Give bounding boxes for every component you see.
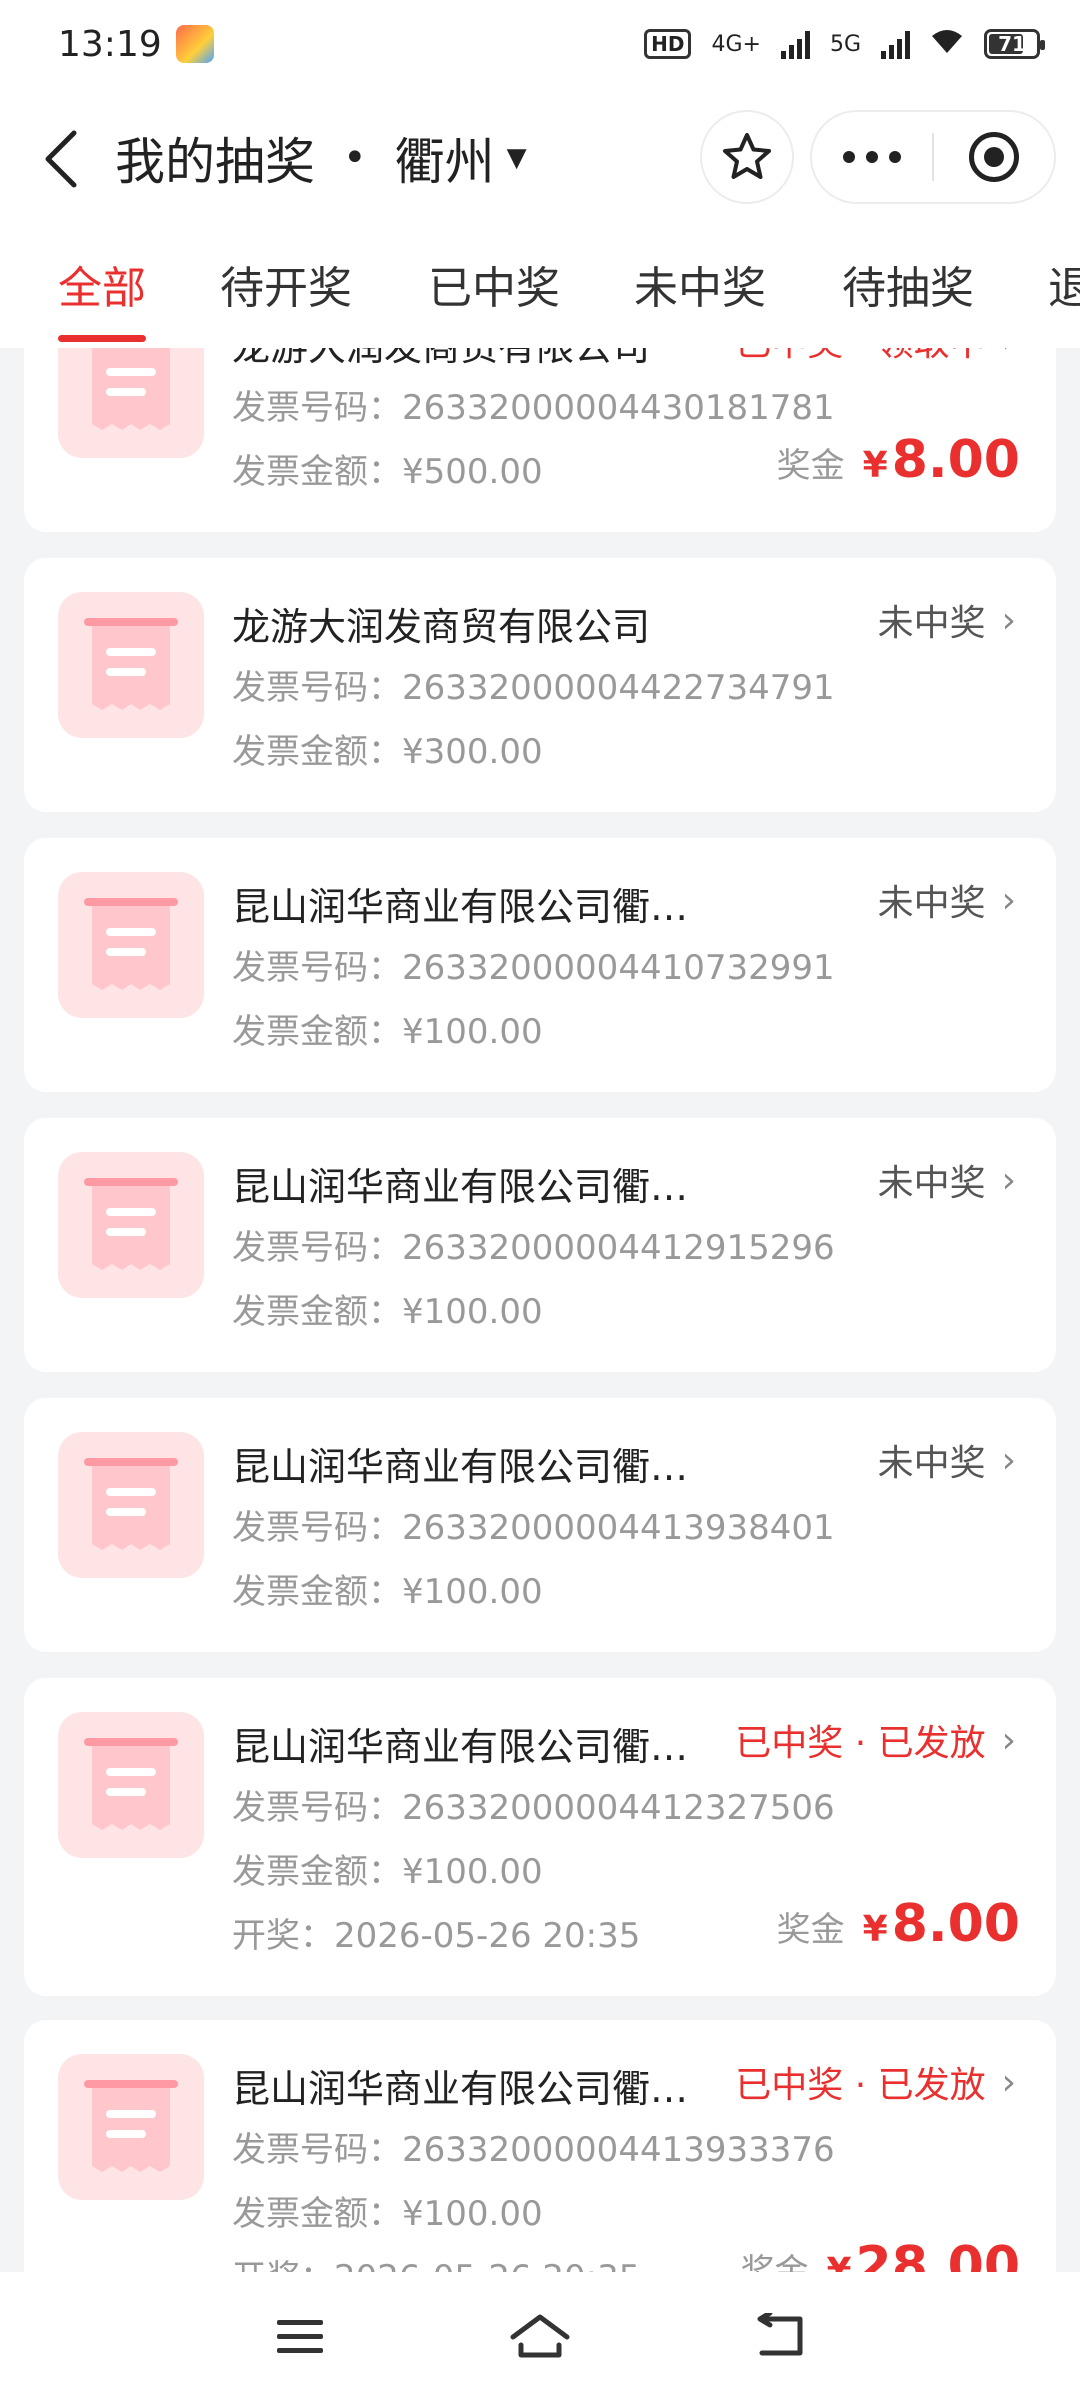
list-item[interactable]: 昆山润华商业有限公司衢… 已中奖 · 已发放 › 发票号码：26332000004… xyxy=(24,1678,1056,1996)
invoice-number: 发票号码：26332000004413933376 xyxy=(232,2130,835,2170)
draw-status: 未中奖 › xyxy=(877,1439,1016,1485)
battery-icon: 71 xyxy=(984,29,1045,59)
menu-button[interactable] xyxy=(240,2286,360,2386)
draw-status: 未中奖 › xyxy=(877,879,1016,925)
invoice-number: 发票号码：26332000004430181781 xyxy=(232,388,835,428)
receipt-icon xyxy=(58,348,204,458)
invoice-number: 发票号码：26332000004410732991 xyxy=(232,948,835,988)
invoice-number: 发票号码：26332000004412327506 xyxy=(232,1788,835,1828)
merchant-name: 龙游大润发商贸有限公司 xyxy=(232,348,650,371)
hd-voice-icon: HD xyxy=(644,29,692,59)
draw-status: 未中奖 › xyxy=(877,599,1016,645)
page-title: 我的抽奖 • 衢州 ▼ xyxy=(115,118,527,198)
chevron-right-icon: › xyxy=(1001,1159,1016,1201)
tab-all[interactable]: 全部 xyxy=(58,252,146,342)
merchant-name: 昆山润华商业有限公司衢… xyxy=(232,1165,689,1209)
receipt-icon xyxy=(58,1432,204,1578)
city-selector[interactable]: 衢州 ▼ xyxy=(395,122,527,194)
invoice-number: 发票号码：26332000004422734791 xyxy=(232,668,835,708)
caret-down-icon: ▼ xyxy=(506,143,527,173)
back-button[interactable] xyxy=(30,124,90,194)
draw-time: 开奖：2026-05-26 20:35 xyxy=(232,1916,641,1956)
signal-5g-icon xyxy=(881,29,910,59)
tab-refund[interactable]: 退 xyxy=(1048,252,1080,342)
menu-icon xyxy=(277,2320,323,2353)
invoice-amount: 发票金额：¥100.00 xyxy=(232,1012,543,1052)
back-arrow-icon xyxy=(757,2313,803,2356)
draw-status: 未中奖 › xyxy=(877,1159,1016,1205)
prize-amount: 奖金 ¥8.00 xyxy=(776,1894,1020,1954)
star-icon xyxy=(723,133,771,179)
lottery-list: 龙游大润发商贸有限公司 已中奖 · 领取中› 发票号码：263320000044… xyxy=(0,348,1080,2272)
chevron-right-icon: › xyxy=(1002,348,1016,361)
status-indicators: HD 4G+ 5G 71 xyxy=(644,25,1045,63)
chevron-right-icon: › xyxy=(1001,2061,1016,2103)
list-item[interactable]: 昆山润华商业有限公司衢… 未中奖 › 发票号码：26332000004413938… xyxy=(24,1398,1056,1652)
city-label: 衢州 xyxy=(394,133,495,191)
merchant-name: 昆山润华商业有限公司衢… xyxy=(232,1725,689,1769)
draw-status: 已中奖 · 已发放 › xyxy=(735,1719,1016,1765)
favorite-button[interactable] xyxy=(700,110,794,204)
more-dots-icon xyxy=(843,151,901,163)
app-notification-icon xyxy=(175,25,214,63)
tab-to-draw[interactable]: 待抽奖 xyxy=(842,252,974,342)
chevron-right-icon: › xyxy=(1001,599,1016,641)
list-item[interactable]: 昆山润华商业有限公司衢… 未中奖 › 发票号码：26332000004410732… xyxy=(24,838,1056,1092)
merchant-name: 昆山润华商业有限公司衢… xyxy=(232,1445,689,1489)
back-nav-button[interactable] xyxy=(720,2286,840,2386)
battery-level: 71 xyxy=(998,32,1026,56)
invoice-number: 发票号码：26332000004412915296 xyxy=(232,1228,835,1268)
home-icon xyxy=(510,2314,570,2358)
chevron-right-icon: › xyxy=(1001,1719,1016,1761)
draw-status: 已中奖 · 已发放 › xyxy=(735,2061,1016,2107)
list-item[interactable]: 昆山润华商业有限公司衢… 未中奖 › 发票号码：26332000004412915… xyxy=(24,1118,1056,1372)
tab-pending-draw[interactable]: 待开奖 xyxy=(220,252,352,342)
title-separator: • xyxy=(343,135,367,181)
merchant-name: 龙游大润发商贸有限公司 xyxy=(232,605,651,649)
draw-time: 开奖：2026-05-26 20:35 xyxy=(232,2250,640,2272)
wifi-icon xyxy=(930,25,964,63)
status-bar: 13:19 HD 4G+ 5G 71 xyxy=(0,0,1080,88)
chevron-right-icon: › xyxy=(1001,879,1016,921)
receipt-icon xyxy=(58,872,204,1018)
merchant-name: 昆山润华商业有限公司衢… xyxy=(232,2067,689,2111)
chevron-left-icon xyxy=(45,130,77,188)
invoice-amount: 发票金额：¥500.00 xyxy=(232,452,543,492)
invoice-amount: 发票金额：¥300.00 xyxy=(232,732,543,772)
receipt-icon xyxy=(58,1152,204,1298)
chevron-right-icon: › xyxy=(1001,1439,1016,1481)
home-button[interactable] xyxy=(480,2286,600,2386)
more-menu-button[interactable] xyxy=(812,112,932,202)
prize-amount: 奖金 ¥8.00 xyxy=(776,430,1020,490)
page-header: 我的抽奖 • 衢州 ▼ xyxy=(0,88,1080,228)
tab-not-won[interactable]: 未中奖 xyxy=(634,252,766,342)
invoice-amount: 发票金额：¥100.00 xyxy=(232,1292,543,1332)
prize-amount: 奖金 ¥28.00 xyxy=(740,2236,1020,2272)
network-4g-label: 4G+ xyxy=(711,31,761,57)
miniapp-capsule xyxy=(810,110,1056,204)
invoice-amount: 发票金额：¥100.00 xyxy=(232,2194,543,2234)
receipt-icon xyxy=(58,2054,204,2200)
close-miniapp-button[interactable] xyxy=(934,112,1054,202)
title-text: 我的抽奖 xyxy=(115,133,315,191)
receipt-icon xyxy=(58,1712,204,1858)
status-time: 13:19 xyxy=(58,23,162,65)
merchant-name: 昆山润华商业有限公司衢… xyxy=(232,885,689,929)
list-item[interactable]: 昆山润华商业有限公司衢… 已中奖 · 已发放 › 发票号码：26332000004… xyxy=(24,2020,1056,2272)
network-5g-label: 5G xyxy=(829,31,861,57)
list-item[interactable]: 龙游大润发商贸有限公司 已中奖 · 领取中› 发票号码：263320000044… xyxy=(24,348,1056,532)
invoice-amount: 发票金额：¥100.00 xyxy=(232,1852,543,1892)
invoice-number: 发票号码：26332000004413938401 xyxy=(232,1508,835,1548)
draw-status: 已中奖 · 领取中› xyxy=(735,348,1016,366)
system-nav-bar xyxy=(0,2272,1080,2400)
filter-tabs: 全部 待开奖 已中奖 未中奖 待抽奖 退 xyxy=(0,228,1080,348)
target-icon xyxy=(968,132,1019,182)
list-item[interactable]: 龙游大润发商贸有限公司 未中奖 › 发票号码：263320000044227347… xyxy=(24,558,1056,812)
receipt-icon xyxy=(58,592,204,738)
tab-won[interactable]: 已中奖 xyxy=(428,252,560,342)
invoice-amount: 发票金额：¥100.00 xyxy=(232,1572,543,1612)
signal-4g-icon xyxy=(780,29,810,59)
